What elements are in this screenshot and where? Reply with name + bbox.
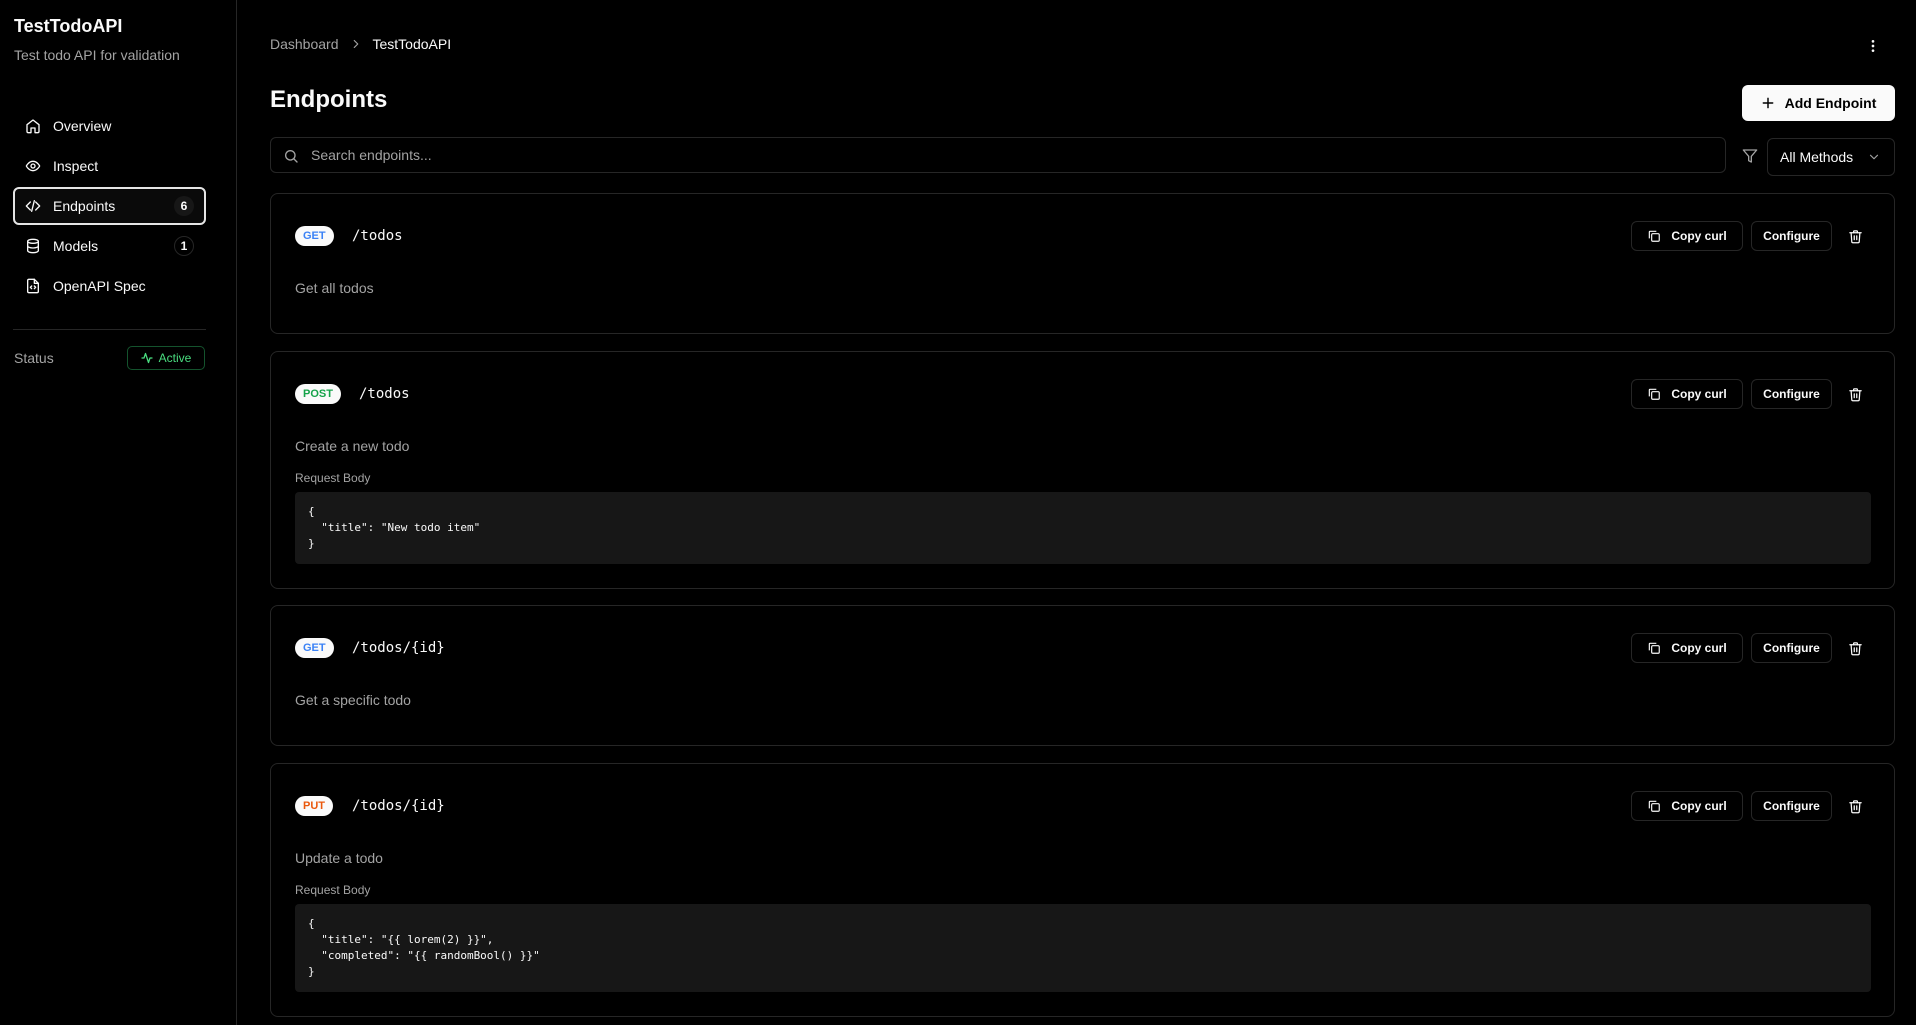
configure-label: Configure	[1763, 641, 1820, 655]
trash-icon	[1848, 799, 1862, 813]
endpoint-path: /todos/{id}	[352, 640, 445, 656]
copy-icon	[1649, 230, 1661, 242]
endpoint-path: /todos/{id}	[352, 798, 445, 814]
trash-icon	[1848, 387, 1862, 401]
endpoint-description: Get a specific todo	[295, 692, 411, 708]
filter-icon	[1742, 149, 1758, 163]
sidebar-nav: Overview Inspect Endpoints 6 Models 1 Op…	[13, 107, 206, 307]
endpoint-path: /todos	[359, 386, 410, 402]
page-title: Endpoints	[270, 86, 388, 113]
method-filter-select[interactable]: All Methods	[1767, 138, 1895, 176]
sidebar-item-openapi-spec[interactable]: OpenAPI Spec	[13, 267, 206, 305]
delete-button[interactable]	[1840, 221, 1870, 251]
breadcrumb-current: TestTodoAPI	[372, 36, 452, 52]
sidebar-item-label: Inspect	[53, 158, 99, 174]
sidebar: TestTodoAPI Test todo API for validation…	[0, 0, 237, 1025]
copy-icon	[1649, 800, 1661, 812]
trash-icon	[1848, 641, 1862, 655]
configure-button[interactable]: Configure	[1751, 791, 1832, 821]
method-filter-value: All Methods	[1780, 149, 1854, 165]
app-description: Test todo API for validation	[14, 47, 180, 63]
endpoint-card: GET /todos Get all todos Copy curl Confi…	[270, 193, 1895, 334]
method-badge-get: GET	[295, 226, 334, 246]
copy-curl-label: Copy curl	[1671, 799, 1727, 813]
sidebar-item-inspect[interactable]: Inspect	[13, 147, 206, 185]
models-count-badge: 1	[174, 236, 194, 256]
home-icon	[26, 119, 40, 134]
add-endpoint-label: Add Endpoint	[1784, 95, 1877, 111]
endpoint-actions: Copy curl Configure	[1631, 633, 1870, 663]
configure-label: Configure	[1763, 229, 1820, 243]
method-badge-put: PUT	[295, 796, 333, 816]
search-input[interactable]	[271, 138, 1725, 172]
more-vertical-icon	[1871, 40, 1875, 52]
copy-icon	[1649, 642, 1661, 654]
copy-curl-button[interactable]: Copy curl	[1631, 791, 1743, 821]
breadcrumb: Dashboard TestTodoAPI	[270, 36, 451, 52]
endpoint-card: POST /todos Create a new todo Request Bo…	[270, 351, 1895, 589]
configure-button[interactable]: Configure	[1751, 221, 1832, 251]
configure-button[interactable]: Configure	[1751, 633, 1832, 663]
method-badge-get: GET	[295, 638, 334, 658]
request-body-code: { "title": "{{ lorem(2) }}", "completed"…	[295, 904, 1871, 992]
code-icon	[25, 200, 41, 212]
endpoint-description: Create a new todo	[295, 438, 410, 454]
request-body-code: { "title": "New todo item" }	[295, 492, 1871, 564]
configure-label: Configure	[1763, 387, 1820, 401]
endpoint-actions: Copy curl Configure	[1631, 221, 1870, 251]
chevron-right-icon	[353, 39, 358, 49]
search-icon	[285, 150, 298, 163]
breadcrumb-dashboard[interactable]: Dashboard	[270, 36, 339, 52]
endpoint-path: /todos	[352, 228, 403, 244]
copy-curl-label: Copy curl	[1671, 229, 1727, 243]
app-title: TestTodoAPI	[14, 16, 123, 36]
delete-button[interactable]	[1840, 379, 1870, 409]
copy-curl-label: Copy curl	[1671, 387, 1727, 401]
copy-icon	[1649, 388, 1661, 400]
search-box	[270, 137, 1726, 173]
eye-icon	[25, 160, 41, 172]
endpoints-count-badge: 6	[174, 196, 194, 216]
endpoint-description: Get all todos	[295, 280, 374, 296]
method-badge-post: POST	[295, 384, 341, 404]
status-badge: Active	[127, 346, 205, 370]
endpoint-card: GET /todos/{id} Get a specific todo Copy…	[270, 605, 1895, 746]
copy-curl-button[interactable]: Copy curl	[1631, 633, 1743, 663]
copy-curl-button[interactable]: Copy curl	[1631, 379, 1743, 409]
chevron-down-icon	[1870, 154, 1879, 160]
plus-icon	[1762, 97, 1774, 109]
file-code-icon	[27, 278, 39, 294]
sidebar-item-models[interactable]: Models 1	[13, 227, 206, 265]
activity-icon	[141, 352, 153, 364]
sidebar-item-label: Overview	[53, 118, 112, 134]
sidebar-item-overview[interactable]: Overview	[13, 107, 206, 145]
configure-button[interactable]: Configure	[1751, 379, 1832, 409]
status-value: Active	[158, 351, 192, 365]
sidebar-item-label: OpenAPI Spec	[53, 278, 146, 294]
add-endpoint-button[interactable]: Add Endpoint	[1742, 85, 1895, 121]
database-icon	[27, 238, 39, 254]
status-label: Status	[14, 350, 54, 366]
endpoint-description: Update a todo	[295, 850, 383, 866]
endpoint-actions: Copy curl Configure	[1631, 791, 1870, 821]
request-body-label: Request Body	[295, 471, 371, 485]
configure-label: Configure	[1763, 799, 1820, 813]
delete-button[interactable]	[1840, 791, 1870, 821]
copy-curl-button[interactable]: Copy curl	[1631, 221, 1743, 251]
sidebar-item-label: Endpoints	[53, 198, 116, 214]
sidebar-divider	[13, 329, 206, 330]
endpoint-card: PUT /todos/{id} Update a todo Request Bo…	[270, 763, 1895, 1017]
more-options-button[interactable]	[1861, 34, 1885, 58]
copy-curl-label: Copy curl	[1671, 641, 1727, 655]
endpoint-actions: Copy curl Configure	[1631, 379, 1870, 409]
delete-button[interactable]	[1840, 633, 1870, 663]
sidebar-item-label: Models	[53, 238, 99, 254]
request-body-label: Request Body	[295, 883, 371, 897]
sidebar-item-endpoints[interactable]: Endpoints 6	[13, 187, 206, 225]
trash-icon	[1848, 229, 1862, 243]
